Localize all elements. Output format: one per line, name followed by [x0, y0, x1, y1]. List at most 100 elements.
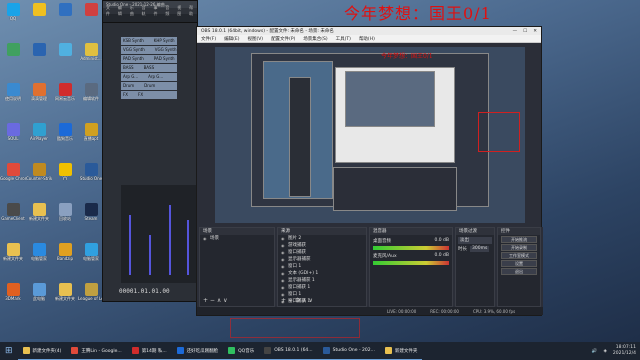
taskbar-item[interactable]: Studio One - 202... [317, 342, 380, 360]
studio-menu-item[interactable]: 编辑 [118, 5, 126, 17]
taskbar-item[interactable]: 王腾Lin - Google... [66, 342, 127, 360]
obs-menu-item[interactable]: 配置文件(P) [271, 36, 295, 42]
desktop-icon[interactable]: GameClient [0, 202, 26, 229]
sources-footer-buttons[interactable]: + − ⚙ ∧ ∨ [281, 297, 313, 304]
mixer-channel: 桌面音频 0.0 dB [373, 238, 449, 250]
obs-window[interactable]: OBS 18.0.1 (64bit, windows) - 配置文件: 未命名 … [196, 26, 543, 316]
minimize-icon[interactable]: — [513, 29, 518, 34]
close-icon[interactable]: ✕ [533, 29, 537, 34]
desktop-icon[interactable]: Studio One [78, 162, 104, 189]
studio-menu-item[interactable]: 事件 [154, 5, 162, 17]
track-name: Arp G... [123, 74, 139, 79]
studio-menu-item[interactable]: 视图 [177, 5, 185, 17]
studio-track[interactable]: BASS BASS [121, 64, 177, 72]
taskbar-item[interactable]: 新建文件夹 [379, 342, 423, 360]
desktop-icon[interactable]: AirPlayer [26, 122, 52, 149]
control-button[interactable]: 工作室模式 [501, 252, 537, 259]
duration-input[interactable]: 300ms [470, 246, 490, 252]
desktop-icon[interactable]: SOUL [0, 122, 26, 149]
desktop-icon[interactable]: 电脑管家 [26, 242, 52, 269]
volume-meter[interactable] [373, 261, 449, 265]
desktop-icon[interactable]: League of Legends [78, 282, 104, 309]
studio-menu-item[interactable]: 文件 [106, 5, 114, 17]
studio-track[interactable]: Drum Drum [121, 82, 177, 90]
transition-select[interactable]: 淡出 [458, 237, 492, 244]
desktop-icon[interactable] [52, 2, 78, 29]
obs-panels: 场景 场景 + − ∧ ∨ 来源 图片 2游戏捕获窗口捕获显示器捕获窗口 1文本… [197, 227, 543, 307]
obs-menu-item[interactable]: 场景集合(S) [303, 36, 327, 42]
desktop-icon[interactable]: YY [52, 162, 78, 189]
desktop-icon[interactable]: 使用说明 [0, 82, 26, 109]
desktop-icon[interactable]: 直播apt [78, 122, 104, 149]
taskbar-item[interactable]: 还好吃瓜刚翻脸 [171, 342, 224, 360]
obs-menu-item[interactable]: 文件(F) [201, 36, 216, 42]
desktop-icon[interactable]: Counter-Strike Global Off... [26, 162, 52, 189]
scenes-footer-buttons[interactable]: + − ∧ ∨ [203, 297, 228, 304]
obs-menu-item[interactable]: 视图(V) [247, 36, 263, 42]
desktop-icon[interactable]: 新建文件夹 [0, 242, 26, 269]
desktop-icon[interactable]: 酷狗音乐 [52, 122, 78, 149]
volume-icon[interactable]: 🔊 [592, 349, 598, 354]
desktop-icon[interactable] [0, 42, 26, 69]
obs-menu-item[interactable]: 帮助(H) [359, 36, 375, 42]
studio-one-window[interactable]: Studio One - 2021-12-26 编曲... 文件 编辑 乐曲 音轨 事件… [102, 0, 198, 302]
source-item[interactable]: 文本 (GDI+) 1 [278, 270, 366, 277]
clock[interactable]: 18:07:11 2021/12/4 [613, 345, 636, 357]
desktop-icon[interactable]: 3DMark [0, 282, 26, 309]
taskbar-item[interactable]: OBS 18.0.1 (64... [259, 342, 318, 360]
obs-menu-item[interactable]: 编辑(E) [224, 36, 239, 42]
scene-item[interactable]: 场景 [200, 235, 274, 242]
control-button[interactable]: 退出 [501, 268, 537, 275]
desktop-icon[interactable]: Steam [78, 202, 104, 229]
desktop-icon[interactable]: Google Chrome [0, 162, 26, 189]
source-item[interactable]: 游戏捕获 [278, 242, 366, 249]
taskbar-item[interactable]: QQ音乐 [223, 342, 260, 360]
desktop-icon[interactable]: 回收站 [52, 202, 78, 229]
obs-menu-item[interactable]: 工具(T) [336, 36, 351, 42]
desktop-icon[interactable] [26, 2, 52, 29]
app-icon [32, 163, 46, 176]
source-item[interactable]: 显示器捕获 [278, 256, 366, 263]
taskbar-item[interactable]: 新建文件夹(4) [17, 342, 67, 360]
studio-menu-item[interactable]: 乐曲 [130, 5, 138, 17]
channel-db: 0.0 dB [434, 253, 449, 258]
taskbar-item[interactable]: 第14期 私... [126, 342, 172, 360]
desktop-icon[interactable] [52, 42, 78, 69]
network-icon[interactable]: ◈ [603, 349, 606, 354]
obs-titlebar[interactable]: OBS 18.0.1 (64bit, windows) - 配置文件: 未命名 … [197, 27, 541, 35]
desktop-icon[interactable]: 滴滴管理 [26, 82, 52, 109]
studio-menu-item[interactable]: 音频 [165, 5, 173, 17]
desktop-icon[interactable]: 编辑软件 [78, 82, 104, 109]
desktop-icon[interactable]: 此电脑 [26, 282, 52, 309]
studio-track[interactable]: Arp G... Arp G... [121, 73, 177, 81]
desktop-icon[interactable] [78, 2, 104, 29]
taskbar-item-label: 新建文件夹(4) [32, 348, 62, 354]
control-button[interactable]: 开始推流 [501, 236, 537, 243]
maximize-icon[interactable]: ☐ [523, 29, 527, 34]
desktop-icon[interactable]: Administ... [78, 42, 104, 69]
control-button[interactable]: 开始录制 [501, 244, 537, 251]
source-item[interactable]: 显示器捕获 1 [278, 277, 366, 284]
desktop-icon[interactable]: 网易云音乐 [52, 82, 78, 109]
studio-track[interactable]: FX FX [121, 91, 177, 99]
desktop-icon[interactable]: 新建文件夹 [52, 282, 78, 309]
control-button[interactable]: 设置 [501, 260, 537, 267]
studio-track[interactable]: VGG Synth VGG Synth [121, 46, 177, 54]
start-button[interactable]: ⊞ [0, 342, 18, 360]
desktop-icon[interactable]: 新建文件夹 [26, 202, 52, 229]
desktop-icon[interactable] [26, 42, 52, 69]
studio-menu-item[interactable]: 帮助 [189, 5, 197, 17]
source-item[interactable]: 窗口捕获 1 [278, 284, 366, 291]
track-name: VGG Synth [154, 47, 177, 52]
source-item[interactable]: 窗口 1 [278, 263, 366, 270]
desktop-icon[interactable]: 电脑管家 [78, 242, 104, 269]
studio-menu-item[interactable]: 音轨 [142, 5, 150, 17]
desktop-icon-label: League of Legends [78, 296, 104, 301]
studio-track[interactable]: KSB Synth KHP Synth [121, 37, 177, 45]
desktop-icon[interactable]: Bandzip [52, 242, 78, 269]
source-item[interactable]: 窗口捕获 [278, 249, 366, 256]
desktop-icon[interactable]: QQ [0, 2, 26, 29]
source-item[interactable]: 图片 2 [278, 235, 366, 242]
volume-meter[interactable] [373, 246, 449, 250]
studio-track[interactable]: PAD Synth PAD Synth [121, 55, 177, 63]
